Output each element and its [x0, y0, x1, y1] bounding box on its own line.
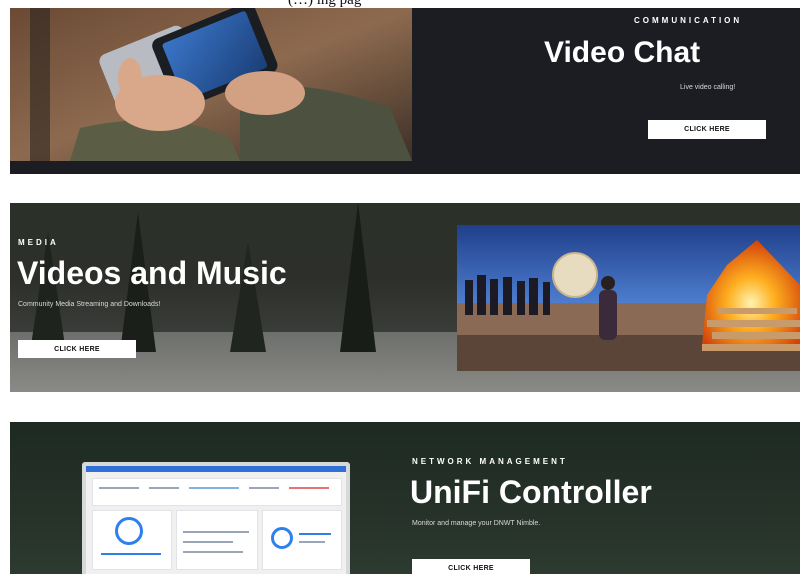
- dashboard-line: [289, 487, 329, 489]
- video-chat-eyebrow: COMMUNICATION: [634, 16, 743, 25]
- unifi-dashboard-tablet-image: [82, 462, 350, 574]
- unifi-controller-panel: NETWORK MANAGEMENT UniFi Controller Moni…: [10, 422, 800, 574]
- unifi-title: UniFi Controller: [410, 474, 652, 510]
- dashboard-widget: [176, 510, 258, 570]
- page-top-text: (…) ing pag: [0, 0, 800, 8]
- video-chat-click-here-button[interactable]: CLICK HERE: [648, 120, 766, 139]
- dashboard-widget: [262, 510, 342, 570]
- dashboard-line: [189, 487, 239, 489]
- dashboard-line: [183, 531, 249, 533]
- dashboard-widget: [92, 478, 342, 506]
- tree-silhouette: [340, 203, 376, 352]
- dashboard-widget: [92, 510, 172, 570]
- video-chat-description: Live video calling!: [680, 84, 736, 91]
- dashboard-ring-chart: [271, 527, 293, 549]
- tree-silhouette: [30, 232, 66, 352]
- videos-and-music-panel: MEDIA Videos and Music Community Media S…: [10, 203, 800, 392]
- video-chat-title: Video Chat: [544, 36, 701, 69]
- dashboard-line: [299, 533, 331, 535]
- dashboard-line: [183, 551, 243, 553]
- dashboard-line: [99, 487, 139, 489]
- videos-music-eyebrow: MEDIA: [18, 238, 59, 247]
- dashboard-line: [183, 541, 233, 543]
- dashboard-line: [249, 487, 279, 489]
- videos-music-click-here-button[interactable]: CLICK HERE: [18, 340, 136, 358]
- unifi-eyebrow: NETWORK MANAGEMENT: [412, 457, 568, 466]
- dashboard-line: [149, 487, 179, 489]
- video-chat-image: [10, 8, 412, 161]
- bonfire-drummer-image: [457, 225, 800, 371]
- dashboard-line: [101, 553, 161, 555]
- top-text-label: (…) ing pag: [288, 0, 362, 8]
- bonfire-illustration: [457, 225, 800, 371]
- dashboard-top-bar: [86, 466, 346, 472]
- video-chat-panel: COMMUNICATION Video Chat Live video call…: [10, 8, 800, 174]
- phones-in-hands-illustration: [10, 8, 412, 161]
- unifi-click-here-button[interactable]: CLICK HERE: [412, 559, 530, 574]
- dashboard-line: [299, 541, 325, 543]
- dashboard-ring-chart: [115, 517, 143, 545]
- videos-music-title: Videos and Music: [17, 255, 287, 291]
- unifi-description: Monitor and manage your DNWT Nimble.: [412, 520, 541, 527]
- videos-music-description: Community Media Streaming and Downloads!: [18, 301, 161, 308]
